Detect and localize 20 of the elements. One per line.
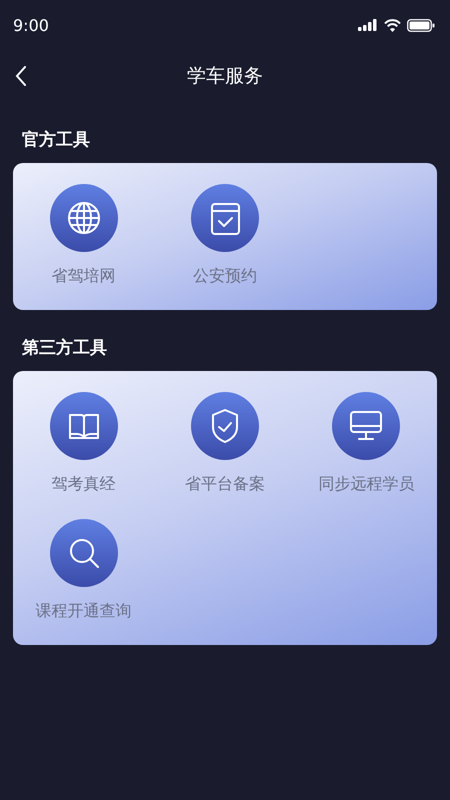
tool-label[interactable]: 课程开通查询 — [36, 600, 132, 622]
tool-label[interactable]: 同步远程学员 — [318, 473, 414, 495]
search-icon[interactable] — [50, 519, 118, 587]
tool-label[interactable]: 公安预约 — [192, 265, 257, 287]
calendar-check-icon[interactable] — [190, 184, 259, 252]
tool-label[interactable]: 省平台备案 — [184, 473, 265, 495]
back-icon[interactable] — [15, 66, 27, 86]
battery-icon — [407, 18, 435, 32]
signal-icon — [358, 19, 378, 31]
shield-check-icon[interactable] — [190, 392, 259, 460]
monitor-icon[interactable] — [332, 392, 400, 460]
book-icon[interactable] — [50, 392, 118, 460]
globe-icon[interactable] — [50, 184, 118, 252]
section-title: 官方工具 — [21, 129, 91, 152]
status-time: 9:00 — [13, 16, 49, 34]
section-title: 第三方工具 — [21, 337, 108, 360]
tool-label[interactable]: 省驾培网 — [52, 265, 116, 287]
page-title: 学车服务 — [187, 64, 263, 89]
tool-label[interactable]: 驾考真经 — [52, 473, 116, 495]
wifi-icon — [384, 18, 401, 32]
